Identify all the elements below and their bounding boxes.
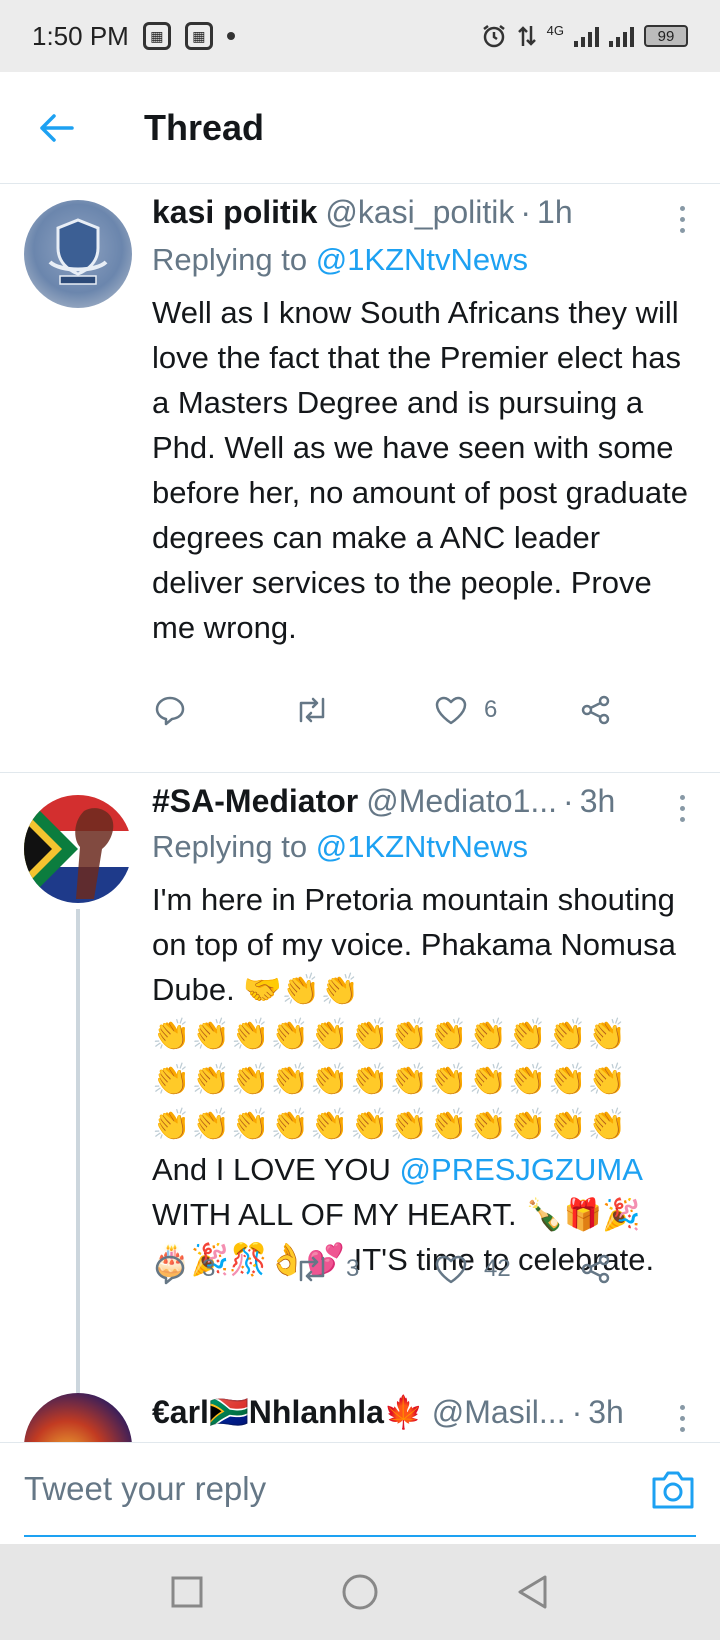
- share-icon: [581, 1254, 610, 1284]
- triangle-back-icon: [518, 1575, 547, 1609]
- more-notifications-icon: [226, 32, 235, 40]
- like-button[interactable]: 6: [434, 695, 497, 725]
- status-bar: 1:50 PM ▦ ▦ 4G 99: [0, 0, 720, 72]
- more-options-button[interactable]: [674, 206, 690, 233]
- heart-icon: [435, 696, 467, 725]
- like-count: 42: [484, 1255, 511, 1282]
- replying-to: Replying to @1KZNtvNews: [152, 242, 528, 278]
- separator: ·: [563, 783, 574, 819]
- crest-logo-icon: [48, 218, 108, 285]
- recents-button[interactable]: [162, 1567, 212, 1617]
- reply-input[interactable]: [24, 1443, 696, 1537]
- user-handle[interactable]: @kasi_politik: [325, 194, 514, 231]
- timestamp: 3h: [579, 783, 616, 819]
- timestamp: 3h: [588, 1394, 624, 1430]
- tweet-header: kasi politik @kasi_politik · 1h: [152, 194, 696, 231]
- more-options-button[interactable]: [674, 1405, 690, 1432]
- app-header: Thread: [0, 72, 720, 184]
- tweet-text-part: WITH ALL OF MY HEART. 🍾🎁🎉: [152, 1197, 642, 1232]
- separator: ·: [571, 1394, 583, 1430]
- tweet[interactable]: kasi politik @kasi_politik · 1h Replying…: [0, 184, 720, 772]
- tweet-header: #SA-Mediator @Mediato1... · 3h: [152, 783, 696, 820]
- tweet-text-part: I'm here in Pretoria mountain shouting o…: [152, 882, 676, 1007]
- tweet-text-part: And I LOVE YOU: [152, 1152, 400, 1187]
- replying-to: Replying to @1KZNtvNews: [152, 829, 528, 865]
- retweet-icon: [299, 697, 325, 723]
- emoji-row: 👏👏👏👏👏👏👏👏👏👏👏👏: [152, 1107, 628, 1142]
- avatar[interactable]: [24, 200, 132, 308]
- separator: ·: [520, 194, 532, 230]
- timestamp: 1h: [537, 194, 573, 230]
- notification-app-icon: ▦: [184, 22, 213, 50]
- signal-icon-2: [609, 25, 634, 47]
- reply-button[interactable]: [154, 694, 202, 726]
- reply-icon: [155, 1255, 185, 1285]
- reply-count: 3: [202, 1255, 216, 1282]
- mention-link[interactable]: @1KZNtvNews: [316, 242, 528, 277]
- retweet-button[interactable]: 3: [294, 1254, 359, 1284]
- share-icon: [581, 695, 610, 725]
- display-name[interactable]: #SA-Mediator: [152, 783, 358, 820]
- reply-composer: [0, 1442, 720, 1542]
- tweet-header: €arl🇿🇦Nhlanhla🍁 @Masil... · 3h: [152, 1393, 696, 1431]
- like-button[interactable]: 42: [434, 1254, 511, 1284]
- emoji-row: 👏👏👏👏👏👏👏👏👏👏👏👏: [152, 1062, 628, 1097]
- mention-link[interactable]: @PRESJGZUMA: [400, 1152, 642, 1187]
- avatar[interactable]: [24, 795, 132, 903]
- emoji-row: 👏👏👏👏👏👏👏👏👏👏👏👏: [152, 1017, 628, 1052]
- share-button[interactable]: [580, 694, 612, 726]
- tweet-text: I'm here in Pretoria mountain shouting o…: [152, 877, 690, 1282]
- camera-icon: [652, 1471, 694, 1509]
- square-icon: [171, 1576, 203, 1608]
- page-title: Thread: [144, 106, 265, 148]
- tweet[interactable]: #SA-Mediator @Mediato1... · 3h Replying …: [0, 773, 720, 1393]
- nav-back-button[interactable]: [508, 1567, 558, 1617]
- more-options-button[interactable]: [674, 795, 690, 822]
- signal-icon: [574, 25, 599, 47]
- tweet-text: Well as I know South Africans they will …: [152, 295, 688, 645]
- circle-icon: [342, 1574, 378, 1610]
- mention-link[interactable]: @1KZNtvNews: [316, 829, 528, 864]
- heart-icon: [435, 1255, 467, 1284]
- retweet-button[interactable]: [294, 695, 346, 725]
- display-name[interactable]: €arl🇿🇦Nhlanhla🍁: [152, 1393, 424, 1431]
- arrow-left-icon: [40, 113, 74, 142]
- battery-level: 99: [657, 27, 675, 45]
- data-transfer-icon: [517, 26, 536, 46]
- system-nav-bar: [0, 1544, 720, 1640]
- display-name[interactable]: kasi politik: [152, 194, 317, 231]
- retweet-icon: [299, 1256, 325, 1282]
- status-time: 1:50 PM: [32, 20, 129, 51]
- retweet-count: 3: [346, 1255, 360, 1282]
- user-handle[interactable]: @Masil...: [432, 1394, 566, 1431]
- like-count: 6: [484, 696, 498, 723]
- share-button[interactable]: [580, 1253, 612, 1285]
- user-handle[interactable]: @Mediato1...: [366, 783, 557, 820]
- network-type: 4G: [546, 23, 564, 38]
- replying-label: Replying to: [152, 242, 308, 277]
- reply-icon: [155, 696, 185, 726]
- tweet-actions: 6: [152, 690, 632, 730]
- alarm-icon: [482, 25, 505, 48]
- battery-icon: 99: [644, 25, 688, 47]
- thread-connector: [76, 909, 80, 1393]
- reply-button[interactable]: 3: [154, 1253, 215, 1285]
- tweet[interactable]: €arl🇿🇦Nhlanhla🍁 @Masil... · 3h: [0, 1393, 720, 1442]
- home-button[interactable]: [335, 1567, 385, 1617]
- flag-fist-icon: [24, 795, 132, 903]
- back-button[interactable]: [28, 100, 84, 156]
- replying-label: Replying to: [152, 829, 308, 864]
- tweet-actions: 3 3 42: [152, 1249, 632, 1289]
- avatar[interactable]: [24, 1393, 132, 1442]
- camera-button[interactable]: [650, 1469, 696, 1511]
- notification-app-icon: ▦: [142, 22, 171, 50]
